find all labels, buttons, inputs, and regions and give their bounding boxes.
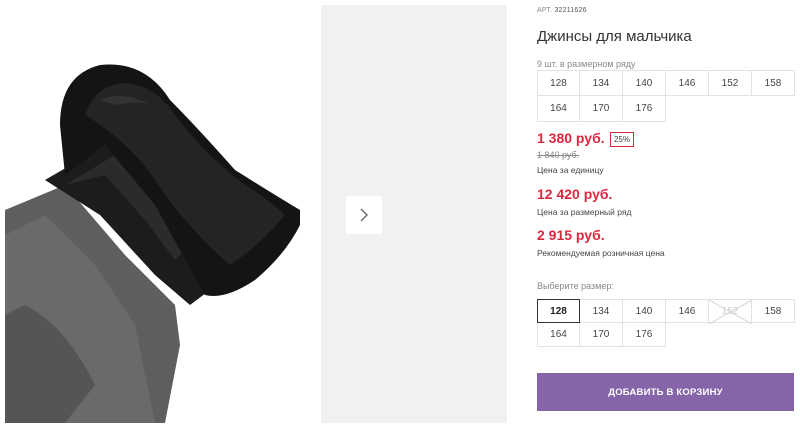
- article-label: АРТ.: [537, 7, 553, 14]
- article-number: АРТ. 32211626: [537, 7, 587, 14]
- unit-price: 1 380 руб.: [537, 130, 605, 146]
- size-option-158[interactable]: 158: [752, 299, 795, 323]
- jeans-cuff-image: [5, 64, 300, 423]
- size-selector: 128 134 140 146 152 158 164 170 176: [537, 299, 795, 347]
- retail-price-label: Рекомендуемая розничная цена: [537, 248, 665, 258]
- size-row-grid: 128 134 140 146 152 158 164 170 176: [537, 70, 795, 122]
- product-photo[interactable]: [5, 5, 319, 423]
- row-price-label: Цена за размерный ряд: [537, 207, 632, 217]
- size-option-164[interactable]: 164: [537, 323, 580, 347]
- discount-badge: 25%: [610, 132, 634, 147]
- next-photo-button[interactable]: [346, 196, 382, 234]
- size-option-140[interactable]: 140: [623, 299, 666, 323]
- retail-price: 2 915 руб.: [537, 227, 605, 243]
- size-option-146[interactable]: 146: [666, 299, 709, 323]
- size-row-cell: 134: [580, 70, 623, 96]
- size-row-cell: 170: [580, 96, 623, 122]
- add-to-cart-button[interactable]: ДОБАВИТЬ В КОРЗИНУ: [537, 373, 794, 411]
- size-row-cell: 152: [709, 70, 752, 96]
- old-price: 1 840 руб.: [537, 150, 580, 160]
- size-row-cell: 140: [623, 70, 666, 96]
- unit-price-label: Цена за единицу: [537, 165, 604, 175]
- select-size-hint: Выберите размер:: [537, 281, 614, 291]
- product-gallery: [0, 0, 508, 428]
- size-option-170[interactable]: 170: [580, 323, 623, 347]
- size-option-134[interactable]: 134: [580, 299, 623, 323]
- size-row-cell: 176: [623, 96, 666, 122]
- product-title: Джинсы для мальчика: [537, 28, 692, 45]
- cross-out-icon: [709, 300, 752, 324]
- chevron-right-icon: [360, 208, 368, 222]
- size-row-cell: 128: [537, 70, 580, 96]
- size-row-hint: 9 шт. в размерном ряду: [537, 59, 636, 69]
- size-row-cell: 158: [752, 70, 795, 96]
- size-row-cell: 164: [537, 96, 580, 122]
- size-option-128[interactable]: 128: [537, 299, 580, 323]
- size-option-176[interactable]: 176: [623, 323, 666, 347]
- article-value: 32211626: [554, 7, 587, 14]
- size-row-cell: 146: [666, 70, 709, 96]
- size-option-152: 152: [709, 299, 752, 324]
- row-price: 12 420 руб.: [537, 186, 613, 202]
